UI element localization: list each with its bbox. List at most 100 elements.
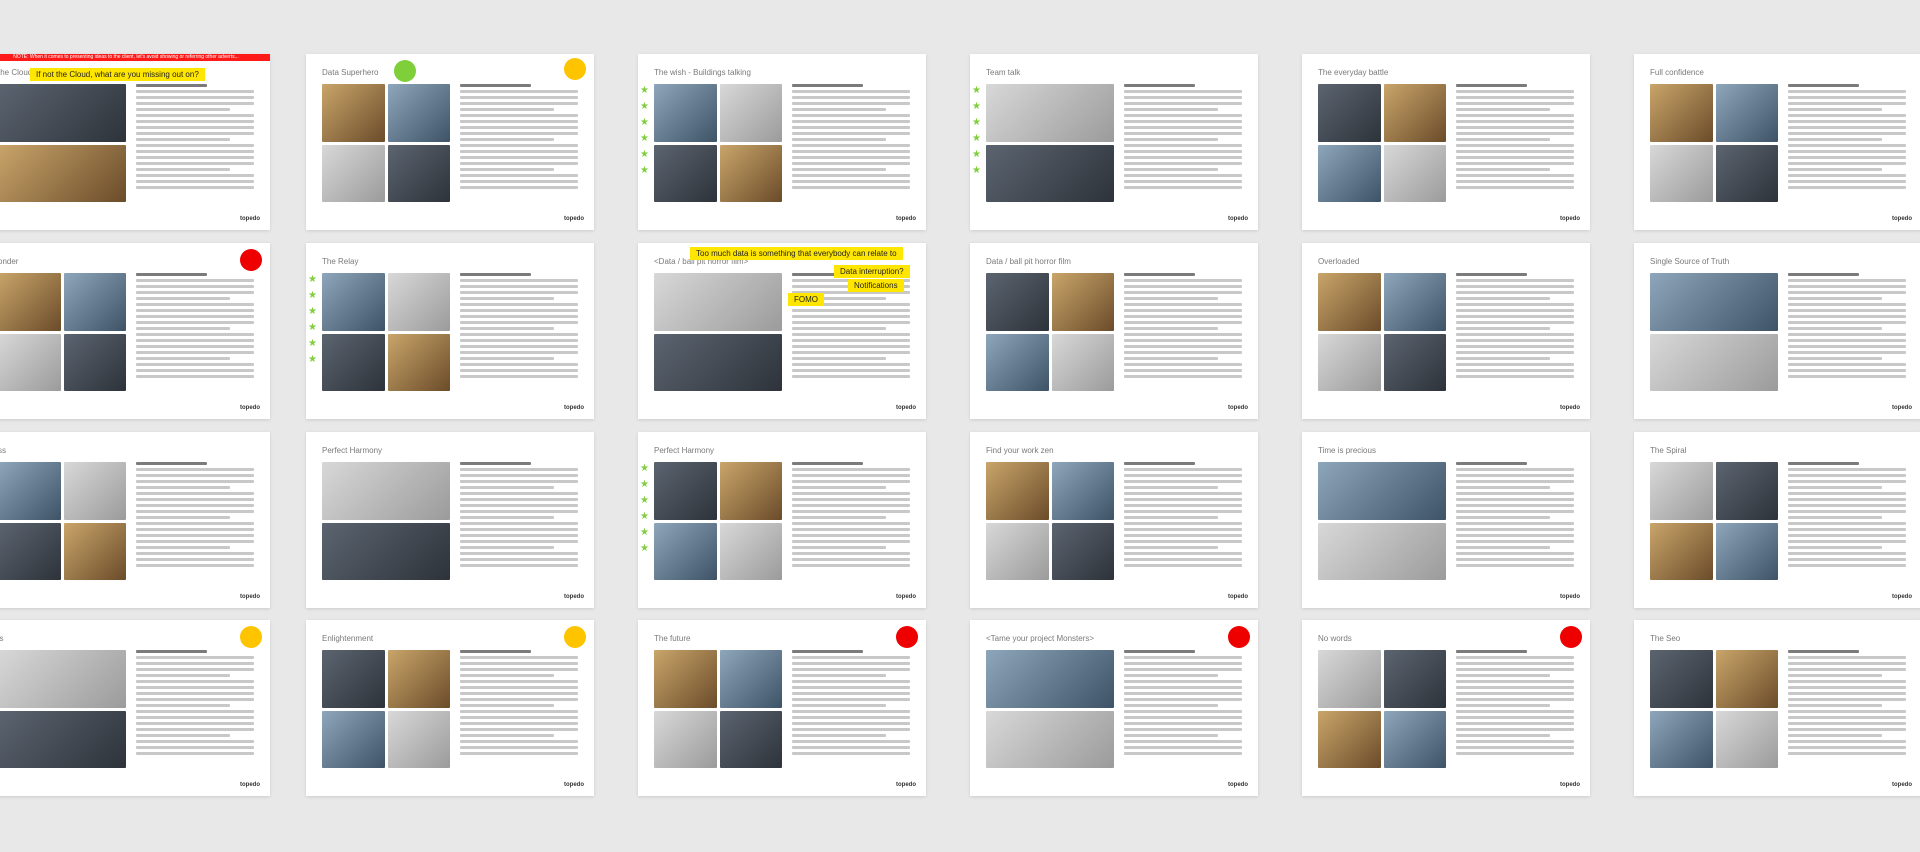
slide-card[interactable]: Single Source of Truth topedo	[1634, 243, 1920, 419]
text-line	[792, 315, 910, 318]
text-line	[1788, 522, 1906, 525]
text-line	[136, 351, 254, 354]
image-thumbnail	[986, 522, 1049, 580]
slide-card[interactable]: No words topedo	[1302, 620, 1590, 796]
brand-logo: topedo	[896, 594, 916, 600]
slide-card[interactable]: Time is precious topedo	[1302, 432, 1590, 608]
text-line	[792, 327, 887, 330]
text-line	[136, 480, 254, 483]
slide-card[interactable]: Perfect Harmony ★ ★ ★ ★ ★ ★ topedo	[638, 432, 926, 608]
text-line	[1456, 375, 1574, 378]
text-line	[1124, 668, 1242, 671]
text-line	[136, 369, 254, 372]
text-line	[1788, 351, 1906, 354]
text-line	[1456, 126, 1574, 129]
slide-card[interactable]: Data Superhero topedo	[306, 54, 594, 230]
star-icon: ★	[640, 479, 649, 490]
text-line	[1456, 285, 1574, 288]
slide-card[interactable]: <Data / ball pit horror film> Too much da…	[638, 243, 926, 419]
text-line	[1788, 84, 1859, 87]
text-line	[1124, 746, 1242, 749]
text-line	[460, 522, 578, 525]
text-line	[1124, 309, 1242, 312]
text-line	[136, 668, 254, 671]
text-line	[136, 273, 207, 276]
text-line	[792, 492, 910, 495]
story-text	[1124, 273, 1242, 381]
slide-card[interactable]: Data / ball pit horror film topedo	[970, 243, 1258, 419]
text-line	[792, 540, 910, 543]
slide-card[interactable]: The Relay ★ ★ ★ ★ ★ ★ topedo	[306, 243, 594, 419]
text-line	[1456, 303, 1574, 306]
text-line	[1124, 468, 1242, 471]
text-line	[1788, 468, 1906, 471]
slide-card[interactable]: <Tame your project Monsters> topedo	[970, 620, 1258, 796]
text-line	[792, 321, 910, 324]
text-line	[136, 357, 231, 360]
text-line	[136, 552, 254, 555]
text-line	[1456, 279, 1574, 282]
image-thumbnail	[1383, 650, 1446, 708]
slide-card[interactable]: Perfect Harmony topedo	[306, 432, 594, 608]
slide-card[interactable]: Find your work zen topedo	[970, 432, 1258, 608]
slide-card[interactable]: ss topedo	[0, 432, 270, 608]
text-line	[792, 746, 910, 749]
slide-card[interactable]: Full confidence topedo	[1634, 54, 1920, 230]
text-line	[1124, 303, 1242, 306]
text-line	[1788, 558, 1906, 561]
text-line	[460, 516, 555, 519]
text-line	[792, 132, 910, 135]
star-icon: ★	[640, 527, 649, 538]
callout-tag: FOMO	[788, 293, 824, 306]
text-line	[1788, 710, 1906, 713]
text-line	[792, 126, 910, 129]
slide-card[interactable]: Team talk ★ ★ ★ ★ ★ ★ topedo	[970, 54, 1258, 230]
image-thumbnail	[63, 462, 126, 520]
text-line	[1456, 528, 1574, 531]
star-icon: ★	[640, 495, 649, 506]
image-thumbnail	[1051, 273, 1114, 331]
story-text	[792, 462, 910, 570]
brand-logo: topedo	[564, 216, 584, 222]
slide-card[interactable]: onder topedo	[0, 243, 270, 419]
text-line	[1124, 510, 1242, 513]
brand-logo: topedo	[1560, 405, 1580, 411]
text-line	[792, 716, 910, 719]
slide-card[interactable]: The future topedo	[638, 620, 926, 796]
brand-logo: topedo	[1892, 594, 1912, 600]
star-icon: ★	[640, 85, 649, 96]
text-line	[460, 540, 578, 543]
slide-card[interactable]: the Cloud NOTE: When it comes to presenti…	[0, 54, 270, 230]
text-line	[136, 114, 254, 117]
image-thumbnail	[1650, 522, 1713, 580]
slide-card[interactable]: The Seo topedo	[1634, 620, 1920, 796]
text-line	[1124, 710, 1242, 713]
text-line	[460, 486, 555, 489]
slide-card[interactable]: The everyday battle topedo	[1302, 54, 1590, 230]
text-line	[792, 186, 910, 189]
text-line	[136, 132, 254, 135]
brand-logo: topedo	[1560, 594, 1580, 600]
image-thumbnail	[0, 144, 126, 202]
slide-card[interactable]: Overloaded topedo	[1302, 243, 1590, 419]
image-thumbnail	[1650, 144, 1713, 202]
image-thumbnail	[322, 84, 385, 142]
text-line	[460, 686, 578, 689]
text-line	[460, 156, 578, 159]
text-line	[1456, 369, 1574, 372]
story-text	[1788, 273, 1906, 381]
brand-logo: topedo	[1228, 405, 1248, 411]
text-line	[460, 680, 578, 683]
slide-card[interactable]: 's topedo	[0, 620, 270, 796]
slide-card[interactable]: Enlightenment topedo	[306, 620, 594, 796]
image-thumbnail	[63, 522, 126, 580]
text-line	[1788, 90, 1906, 93]
text-line	[136, 522, 254, 525]
slide-card[interactable]: The Spiral topedo	[1634, 432, 1920, 608]
image-thumbnail	[719, 144, 782, 202]
status-dot	[564, 626, 586, 648]
slide-title: Perfect Harmony	[654, 446, 715, 455]
text-line	[1456, 273, 1527, 276]
slide-card[interactable]: The wish - Buildings talking ★ ★ ★ ★ ★ ★ topedo	[638, 54, 926, 230]
callout-tag: Data interruption?	[834, 265, 910, 278]
